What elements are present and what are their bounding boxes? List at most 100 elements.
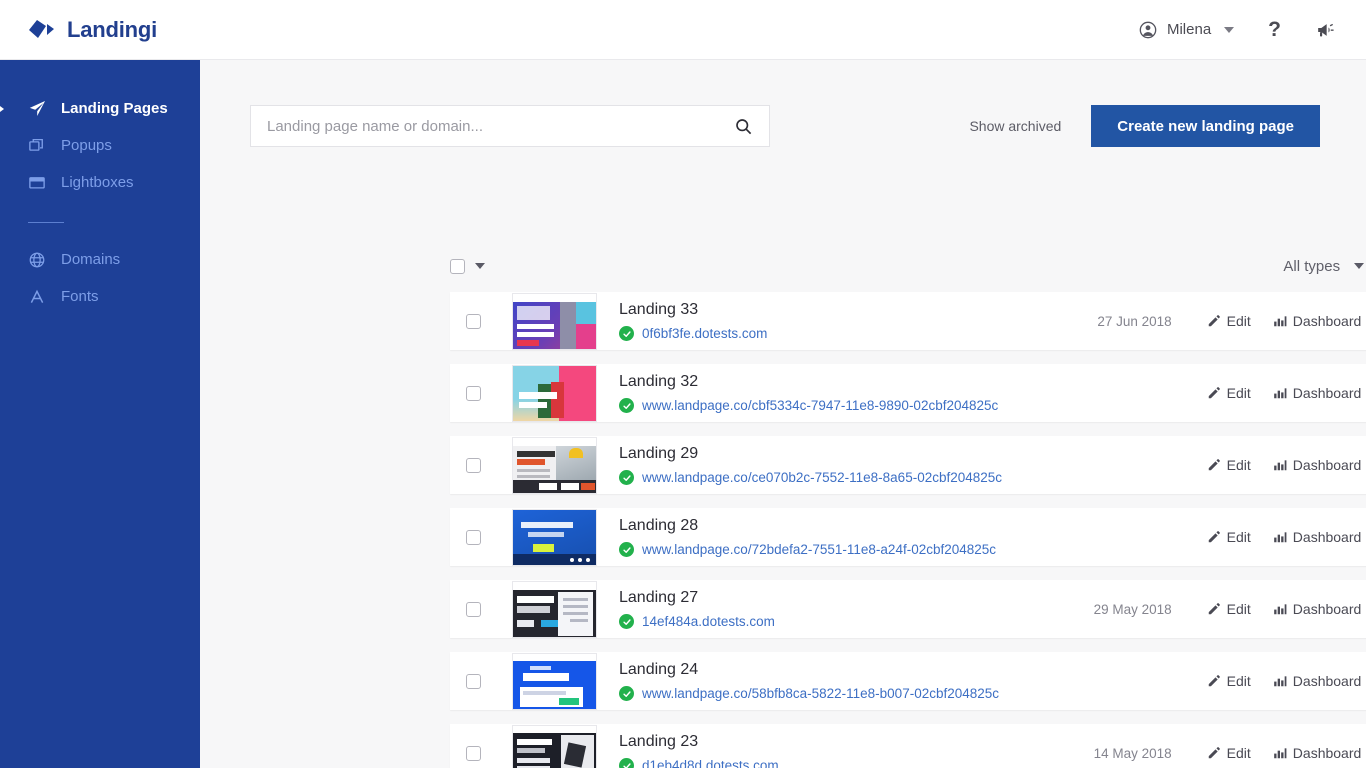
- dashboard-button[interactable]: Dashboard: [1262, 529, 1366, 545]
- dashboard-button[interactable]: Dashboard: [1262, 673, 1366, 689]
- row-actions: Edit Dashboard Preview •••: [1196, 313, 1366, 329]
- dashboard-button[interactable]: Dashboard: [1262, 457, 1366, 473]
- row-actions: Edit Dashboard Preview •••: [1196, 457, 1366, 473]
- landing-page-url[interactable]: 14ef484a.dotests.com: [642, 614, 775, 629]
- landing-page-url[interactable]: www.landpage.co/cbf5334c-7947-11e8-9890-…: [642, 398, 998, 413]
- search-input[interactable]: [267, 117, 734, 135]
- table-row[interactable]: Landing 28 www.landpage.co/72bdefa2-7551…: [450, 508, 1366, 566]
- edit-label: Edit: [1226, 385, 1251, 401]
- bar-chart-icon: [1273, 458, 1287, 472]
- sidebar-item-fonts[interactable]: Fonts: [0, 278, 200, 315]
- edit-label: Edit: [1226, 601, 1251, 617]
- landing-page-url[interactable]: www.landpage.co/ce070b2c-7552-11e8-8a65-…: [642, 470, 1002, 485]
- landing-page-title[interactable]: Landing 24: [619, 661, 1080, 679]
- row-select-checkbox[interactable]: [466, 601, 481, 617]
- lightbox-icon: [28, 174, 50, 192]
- check-circle-icon: [619, 614, 634, 629]
- landing-page-title[interactable]: Landing 23: [619, 733, 1080, 751]
- row-select-checkbox[interactable]: [466, 313, 481, 329]
- create-new-landing-page-button[interactable]: Create new landing page: [1091, 105, 1320, 147]
- edit-button[interactable]: Edit: [1196, 457, 1262, 473]
- bulk-actions-chevron-down-icon[interactable]: [475, 263, 485, 269]
- row-url-line: www.landpage.co/72bdefa2-7551-11e8-a24f-…: [619, 542, 1080, 557]
- search-icon[interactable]: [734, 117, 753, 136]
- table-row[interactable]: Landing 27 14ef484a.dotests.com 29 May 2…: [450, 580, 1366, 638]
- landing-page-title[interactable]: Landing 27: [619, 589, 1080, 607]
- type-filter-dropdown[interactable]: All types: [1271, 258, 1366, 275]
- pencil-icon: [1207, 674, 1221, 688]
- table-row[interactable]: Landing 24 www.landpage.co/58bfb8ca-5822…: [450, 652, 1366, 710]
- landing-page-thumbnail[interactable]: [512, 292, 597, 350]
- table-row[interactable]: Landing 29 www.landpage.co/ce070b2c-7552…: [450, 436, 1366, 494]
- dashboard-button[interactable]: Dashboard: [1262, 313, 1366, 329]
- landing-page-title[interactable]: Landing 32: [619, 373, 1080, 391]
- landing-page-thumbnail[interactable]: [512, 364, 597, 422]
- edit-button[interactable]: Edit: [1196, 529, 1262, 545]
- help-button[interactable]: ?: [1268, 18, 1281, 42]
- sidebar-item-popups[interactable]: Popups: [0, 127, 200, 164]
- landing-page-thumbnail[interactable]: [512, 652, 597, 710]
- active-indicator-arrow-icon: [0, 102, 4, 115]
- chevron-down-icon[interactable]: [1224, 26, 1235, 33]
- toolbar-right: Show archived Create new landing page: [969, 105, 1320, 147]
- dashboard-button[interactable]: Dashboard: [1262, 385, 1366, 401]
- check-circle-icon: [619, 758, 634, 768]
- sidebar-item-label: Fonts: [61, 288, 99, 305]
- edit-label: Edit: [1226, 745, 1251, 761]
- landing-page-url[interactable]: www.landpage.co/72bdefa2-7551-11e8-a24f-…: [642, 542, 996, 557]
- edit-button[interactable]: Edit: [1196, 673, 1262, 689]
- brand-name: Landingi: [67, 16, 158, 42]
- user-menu[interactable]: Milena: [1138, 20, 1235, 40]
- edit-button[interactable]: Edit: [1196, 601, 1262, 617]
- landing-page-url[interactable]: 0f6bf3fe.dotests.com: [642, 326, 767, 341]
- sidebar-item-lightboxes[interactable]: Lightboxes: [0, 164, 200, 201]
- row-info: Landing 23 d1eb4d8d.dotests.com: [619, 733, 1080, 768]
- row-select-checkbox[interactable]: [466, 673, 481, 689]
- row-select-checkbox[interactable]: [466, 529, 481, 545]
- landing-page-title[interactable]: Landing 33: [619, 301, 1080, 319]
- landing-page-thumbnail[interactable]: [512, 508, 597, 566]
- sidebar-item-domains[interactable]: Domains: [0, 241, 200, 278]
- dashboard-label: Dashboard: [1292, 313, 1362, 329]
- row-select-checkbox[interactable]: [466, 745, 481, 761]
- search-box[interactable]: [250, 105, 770, 147]
- row-info: Landing 27 14ef484a.dotests.com: [619, 589, 1080, 629]
- edit-button[interactable]: Edit: [1196, 745, 1262, 761]
- brand-logo-area[interactable]: Landingi: [26, 17, 157, 43]
- bar-chart-icon: [1273, 314, 1287, 328]
- dashboard-label: Dashboard: [1292, 529, 1362, 545]
- landing-page-thumbnail[interactable]: [512, 436, 597, 494]
- bar-chart-icon: [1273, 602, 1287, 616]
- row-info: Landing 33 0f6bf3fe.dotests.com: [619, 301, 1080, 341]
- landing-page-thumbnail[interactable]: [512, 724, 597, 768]
- landing-page-url[interactable]: www.landpage.co/58bfb8ca-5822-11e8-b007-…: [642, 686, 999, 701]
- dashboard-button[interactable]: Dashboard: [1262, 601, 1366, 617]
- edit-button[interactable]: Edit: [1196, 313, 1262, 329]
- sidebar-item-label: Landing Pages: [61, 100, 168, 117]
- dashboard-label: Dashboard: [1292, 673, 1362, 689]
- landing-page-url[interactable]: d1eb4d8d.dotests.com: [642, 758, 779, 768]
- row-select-checkbox[interactable]: [466, 457, 481, 473]
- globe-icon: [28, 251, 50, 269]
- check-circle-icon: [619, 686, 634, 701]
- edit-label: Edit: [1226, 529, 1251, 545]
- table-row[interactable]: Landing 23 d1eb4d8d.dotests.com 14 May 2…: [450, 724, 1366, 768]
- sidebar-item-landing-pages[interactable]: Landing Pages: [0, 90, 200, 127]
- announcements-button[interactable]: [1315, 20, 1336, 40]
- landing-page-thumbnail[interactable]: [512, 580, 597, 638]
- show-archived-link[interactable]: Show archived: [969, 118, 1061, 134]
- landing-page-date: 27 Jun 2018: [1097, 313, 1172, 329]
- main-content: Show archived Create new landing page Al…: [200, 60, 1366, 768]
- bar-chart-icon: [1273, 386, 1287, 400]
- landing-page-title[interactable]: Landing 29: [619, 445, 1080, 463]
- filter-controls: All types Last Created: [1271, 258, 1366, 275]
- select-all-checkbox[interactable]: [450, 258, 465, 274]
- table-row[interactable]: Landing 32 www.landpage.co/cbf5334c-7947…: [450, 364, 1366, 422]
- table-row[interactable]: Landing 33 0f6bf3fe.dotests.com 27 Jun 2…: [450, 292, 1366, 350]
- megaphone-icon: [1315, 20, 1336, 40]
- dashboard-button[interactable]: Dashboard: [1262, 745, 1366, 761]
- landing-page-title[interactable]: Landing 28: [619, 517, 1080, 535]
- row-select-checkbox[interactable]: [466, 385, 481, 401]
- edit-button[interactable]: Edit: [1196, 385, 1262, 401]
- sidebar-nav: Landing Pages Popups Lightboxes Domains …: [0, 60, 200, 768]
